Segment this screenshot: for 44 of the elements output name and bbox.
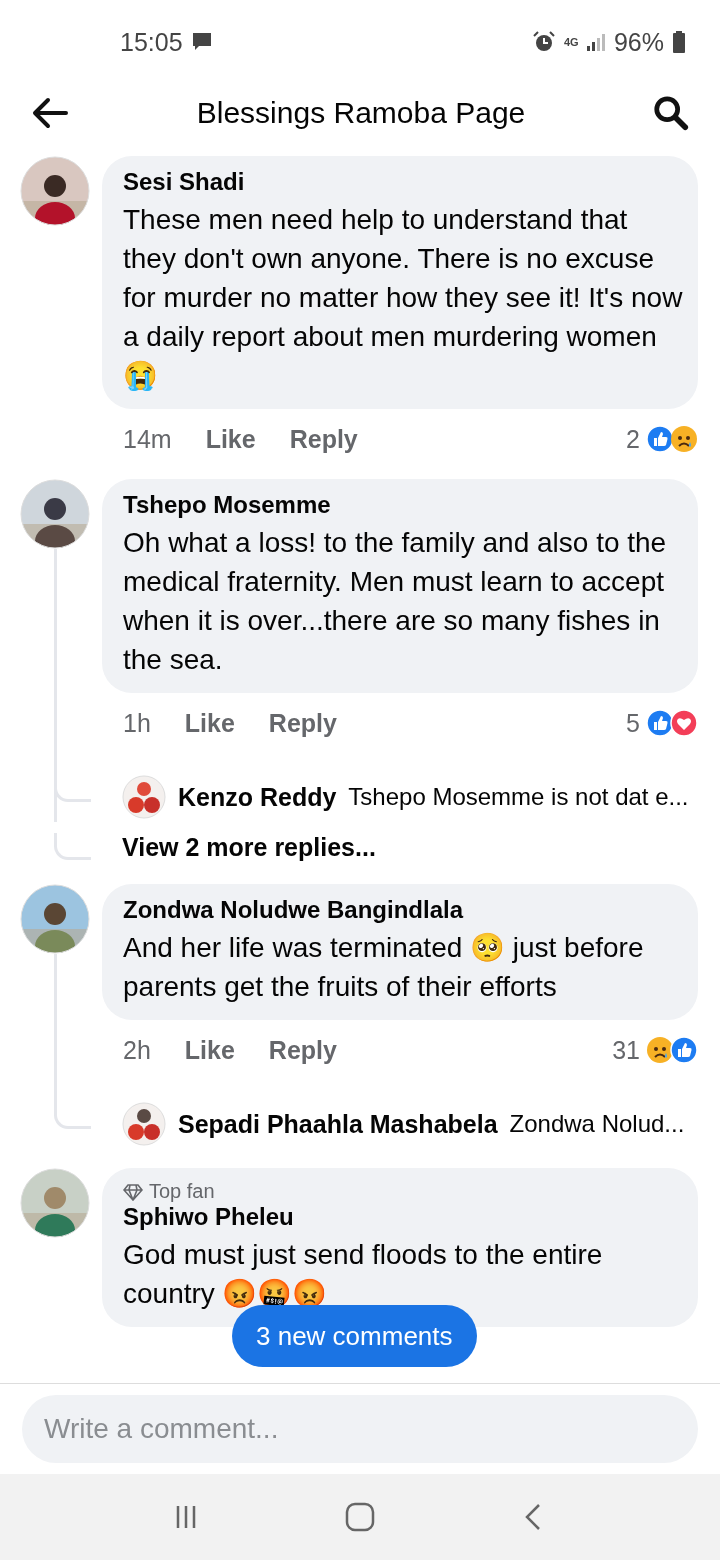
reply-author[interactable]: Kenzo Reddy [178,782,337,812]
battery-level: 96% [613,27,664,57]
reply-preview[interactable]: Zondwa Nolud... [509,1110,685,1138]
alarm-icon [531,30,556,54]
page-title: Blessings Ramoba Page [195,96,527,130]
status-time: 15:05 [120,27,183,57]
comment-text: These men need help to understand that they don't own anyone. There is no excuse for murder no matter how they see it! It's now a daily report about men murdering women😭 [123,203,684,393]
battery-icon [672,30,686,54]
comment-time: 14m [123,424,172,454]
like-reaction-icon [670,1036,698,1064]
like-link[interactable]: Like [205,424,256,454]
reply-preview[interactable]: Tshepo Mosemme is not dat e... [348,783,689,811]
sad-reaction-icon [646,1036,674,1064]
reply-link[interactable]: Reply [268,1035,337,1065]
comment-text: Oh what a loss! to the family and also to the medical fraternity. Men must learn to accept when it is over...there are so many fishes in the sea. [123,526,668,677]
comment-time: 1h [123,708,151,738]
reaction-count: 5 [626,708,640,738]
comment-author[interactable]: Tshepo Mosemme [123,491,684,519]
search-icon[interactable] [652,94,690,132]
like-reaction-icon [646,709,674,737]
reply-link[interactable]: Reply [289,424,358,454]
sad-reaction-icon [670,425,698,453]
like-link[interactable]: Like [184,708,235,738]
top-fan-label: Top fan [149,1180,215,1203]
reaction-count: 2 [626,424,640,454]
view-more-replies-link[interactable]: View 2 more replies... [122,833,376,862]
diamond-icon [123,1182,143,1201]
comment-author[interactable]: Sesi Shadi [123,168,684,196]
signal-icon [585,32,606,52]
home-icon[interactable] [344,1501,376,1533]
heart-reaction-icon [670,709,698,737]
comment-author[interactable]: Sphiwo Pheleu [123,1203,684,1231]
reply-author[interactable]: Sepadi Phaahla Mashabela [178,1109,498,1139]
comment-author[interactable]: Zondwa Noludwe Bangindlala [123,896,684,924]
message-icon [190,31,213,53]
comment-time: 2h [123,1035,151,1065]
like-reaction-icon [646,425,674,453]
network-type: 4G [563,36,578,48]
comment-input-field[interactable]: Write a comment... [22,1395,698,1463]
thread-connector [54,833,91,860]
like-link[interactable]: Like [184,1035,235,1065]
reaction-count: 31 [612,1035,640,1065]
reply-link[interactable]: Reply [268,708,337,738]
comment-text: And her life was terminated 🥺 just before parents get the fruits of their efforts [123,931,645,1004]
